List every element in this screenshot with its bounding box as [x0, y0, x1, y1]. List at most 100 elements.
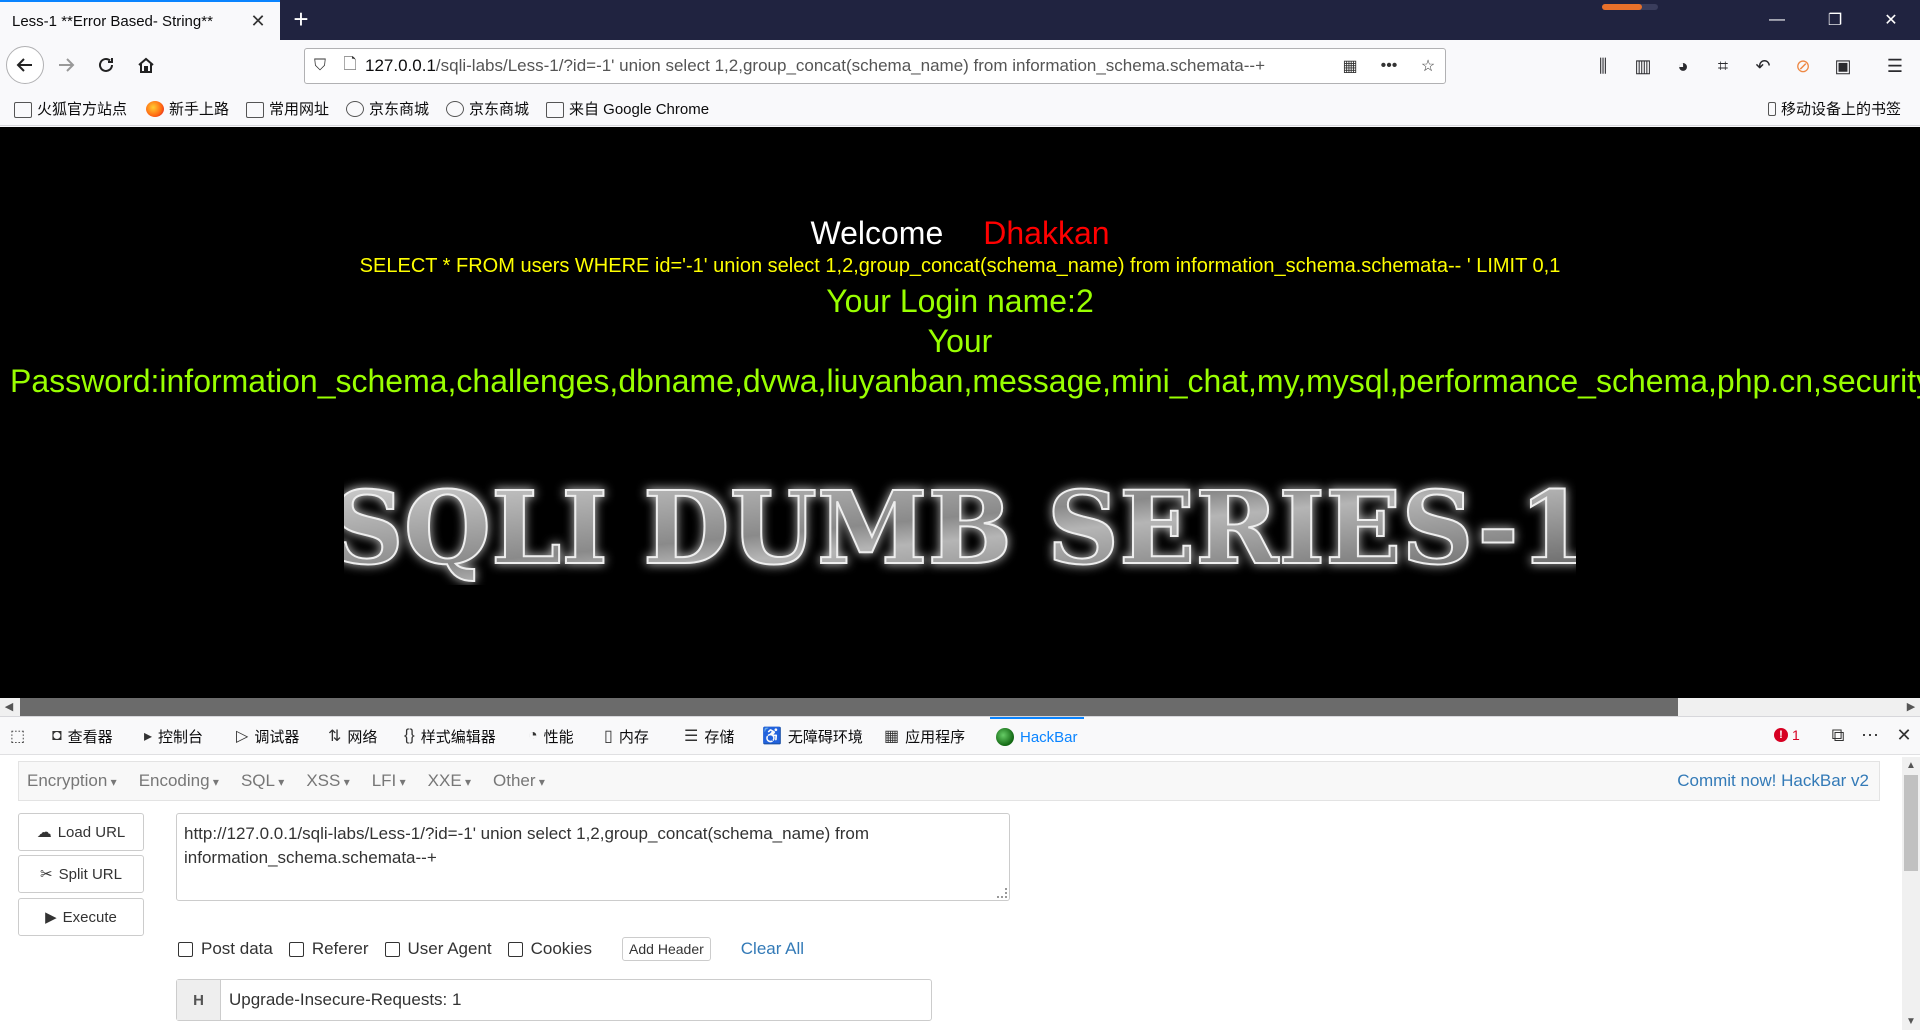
hackbar-icon — [996, 728, 1014, 746]
tab-strip: Less-1 **Error Based- String** ✕ + — ❐ ✕ — [0, 0, 1920, 40]
bookmark-item[interactable]: 京东商城 — [446, 98, 529, 119]
menu-icon[interactable]: ☰ — [1882, 53, 1908, 79]
vertical-scroll-thumb[interactable] — [1904, 775, 1918, 871]
page-horizontal-scrollbar[interactable]: ◀ ▶ — [0, 698, 1920, 716]
bookmark-item[interactable]: 来自 Google Chrome — [546, 98, 709, 119]
library-icon[interactable]: ⫼ — [1590, 53, 1616, 79]
url-textarea[interactable]: http://127.0.0.1/sqli-labs/Less-1/?id=-1… — [176, 813, 1010, 901]
request-header-row: H Upgrade-Insecure-Requests: 1 — [176, 979, 932, 1021]
menu-sql[interactable]: SQL — [241, 771, 284, 791]
clear-all-link[interactable]: Clear All — [741, 939, 804, 959]
scroll-left-icon[interactable]: ◀ — [0, 698, 18, 716]
tab-console[interactable]: ▸ 控制台 — [144, 717, 203, 755]
scroll-up-icon[interactable]: ▲ — [1902, 757, 1920, 775]
scroll-down-icon[interactable]: ▼ — [1902, 1013, 1920, 1030]
user-agent-checkbox[interactable]: User Agent — [384, 939, 492, 959]
close-window-button[interactable]: ✕ — [1862, 0, 1920, 40]
screenshot-icon[interactable]: ⌗ — [1710, 53, 1736, 79]
back-button[interactable] — [6, 46, 44, 84]
new-tab-button[interactable]: + — [286, 6, 316, 34]
resize-grip-icon[interactable] — [997, 888, 1007, 898]
tab-inspector[interactable]: ◘ 查看器 — [52, 717, 113, 755]
horizontal-scroll-thumb[interactable] — [20, 698, 1678, 716]
tab-debugger[interactable]: ▷ 调试器 — [236, 717, 299, 755]
password-text: Password:information_schema,challenges,d… — [10, 363, 1920, 399]
cookies-checkbox[interactable]: Cookies — [507, 939, 593, 959]
add-header-button[interactable]: Add Header — [622, 937, 711, 961]
menu-lfi[interactable]: LFI — [372, 771, 406, 791]
header-value-input[interactable]: Upgrade-Insecure-Requests: 1 — [221, 980, 931, 1020]
element-picker-button[interactable]: ⬚ — [10, 717, 25, 755]
tab-storage[interactable]: ☰ 存储 — [684, 717, 734, 755]
undo-icon[interactable]: ↶ — [1750, 53, 1776, 79]
tab-label: 内存 — [618, 728, 649, 746]
bookmark-label: 京东商城 — [469, 101, 530, 118]
page-actions-menu[interactable]: ••• — [1367, 57, 1411, 75]
tab-application[interactable]: ▦ 应用程序 — [884, 717, 965, 755]
menu-encryption[interactable]: Encryption — [27, 771, 117, 791]
execute-button[interactable]: ▶ Execute — [18, 898, 144, 936]
forward-button[interactable] — [48, 48, 84, 82]
page-content: Welcome Dhakkan SELECT * FROM users WHERE… — [0, 127, 1920, 698]
scroll-right-icon[interactable]: ▶ — [1902, 698, 1920, 716]
home-button[interactable] — [128, 48, 164, 82]
folder-icon — [546, 101, 564, 118]
split-url-button[interactable]: ✂ Split URL — [18, 855, 144, 893]
tab-hackbar[interactable]: HackBar — [990, 717, 1084, 755]
tab-memory[interactable]: ▯ 内存 — [604, 717, 649, 755]
devtools-more-icon[interactable]: ⋯ — [1858, 725, 1882, 749]
reload-icon — [99, 57, 113, 72]
element-picker-icon: ⬚ — [10, 728, 26, 745]
url-path: /sqli-labs/Less-1/?id=-1' union select 1… — [435, 56, 1266, 75]
qr-code-icon[interactable]: ▦ — [1333, 56, 1367, 76]
menu-encoding[interactable]: Encoding — [139, 771, 219, 791]
tab-active[interactable]: Less-1 **Error Based- String** ✕ — [0, 0, 280, 40]
devtools-close-icon[interactable]: ✕ — [1892, 725, 1916, 749]
bookmark-item[interactable]: 常用网址 — [246, 98, 329, 119]
debugger-icon: ▷ — [236, 728, 249, 745]
referer-checkbox[interactable]: Referer — [288, 939, 369, 959]
load-url-button[interactable]: ☁ Load URL — [18, 813, 144, 851]
shield-icon[interactable]: ⛉ — [305, 57, 335, 75]
menu-xss[interactable]: XSS — [306, 771, 349, 791]
bookmark-label: 京东商城 — [369, 101, 430, 118]
header-key-label: H — [177, 980, 221, 1020]
menu-other[interactable]: Other — [493, 771, 545, 791]
account-icon[interactable]: ◕ — [1670, 53, 1696, 79]
url-text[interactable]: 127.0.0.1/sqli-labs/Less-1/?id=-1' union… — [365, 56, 1333, 76]
error-count-badge[interactable]: ! 1 — [1774, 727, 1800, 743]
option-label: Cookies — [530, 939, 593, 958]
mobile-bookmarks-label: 移动设备上的书签 — [1781, 101, 1902, 118]
restore-button[interactable]: ❐ — [1806, 0, 1864, 40]
devtools-vertical-scrollbar[interactable]: ▲ ▼ — [1902, 757, 1920, 1030]
mobile-bookmarks[interactable]: 移动设备上的书签 — [1768, 98, 1901, 119]
page-info-icon[interactable]: 🗋 — [335, 53, 365, 80]
commit-link[interactable]: Commit now! HackBar v2 — [1677, 771, 1869, 791]
bookmark-item[interactable]: 京东商城 — [346, 98, 429, 119]
minimize-button[interactable]: — — [1748, 0, 1806, 40]
tab-network[interactable]: ⇅ 网络 — [328, 717, 377, 755]
post-data-checkbox[interactable]: Post data — [178, 939, 273, 959]
blocker-icon[interactable]: ⊘ — [1790, 53, 1816, 79]
tab-close-icon[interactable]: ✕ — [248, 11, 268, 32]
tab-performance[interactable]: ◔ 性能 — [528, 717, 574, 755]
option-label: User Agent — [407, 939, 492, 958]
url-bar[interactable]: ⛉ 🗋 127.0.0.1/sqli-labs/Less-1/?id=-1' u… — [304, 48, 1446, 84]
extension-icon[interactable]: ▣ — [1830, 53, 1856, 79]
inspector-icon: ◘ — [52, 727, 62, 744]
url-host: 127.0.0.1 — [365, 56, 436, 75]
tab-accessibility[interactable]: ♿ 无障碍环境 — [762, 717, 863, 755]
menu-xxe[interactable]: XXE — [428, 771, 471, 791]
reload-button[interactable] — [88, 48, 124, 82]
tab-style-editor[interactable]: {} 样式编辑器 — [404, 717, 496, 755]
bookmark-star-icon[interactable]: ☆ — [1411, 56, 1445, 76]
dock-toggle-icon[interactable]: ⧉ — [1826, 725, 1850, 749]
sidebar-icon[interactable]: ▥ — [1630, 53, 1656, 79]
bookmark-item[interactable]: 火狐官方站点 — [14, 98, 127, 119]
load-url-label: Load URL — [57, 823, 126, 841]
option-label: Referer — [311, 939, 369, 958]
bookmark-item[interactable]: 新手上路 — [146, 98, 229, 119]
bookmark-label: 火狐官方站点 — [37, 101, 128, 118]
network-icon: ⇅ — [328, 728, 342, 745]
scissors-icon: ✂ — [40, 866, 53, 883]
